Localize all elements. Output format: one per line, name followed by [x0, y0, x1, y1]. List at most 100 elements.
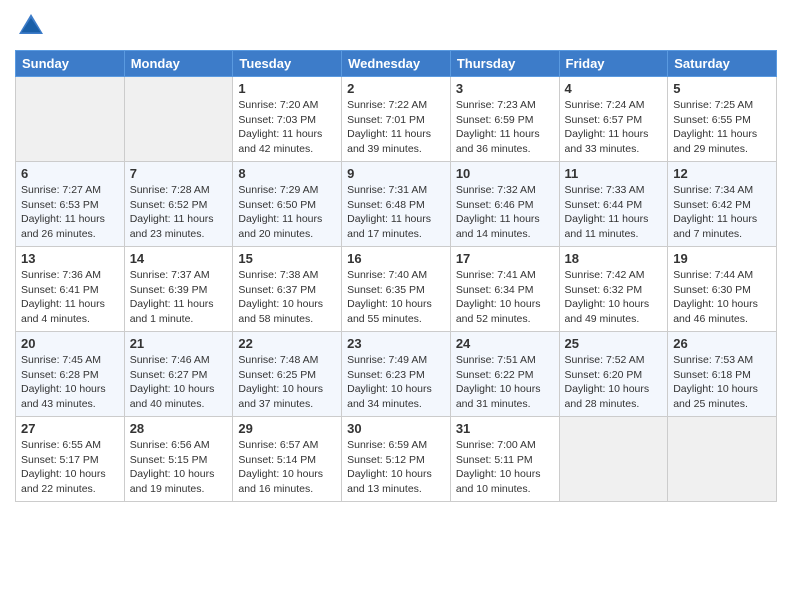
day-cell: 5Sunrise: 7:25 AMSunset: 6:55 PMDaylight… [668, 77, 777, 162]
day-number: 24 [456, 336, 554, 351]
day-cell: 4 Sunrise: 7:24 AMSunset: 6:57 PMDaylight… [559, 77, 668, 162]
day-number: 23 [347, 336, 445, 351]
day-info: Sunrise: 7:53 AMSunset: 6:18 PMDaylight:… [673, 353, 771, 412]
day-number: 4 [565, 81, 663, 96]
day-number: 15 [238, 251, 336, 266]
col-header-tuesday: Tuesday [233, 51, 342, 77]
day-cell [124, 77, 233, 162]
day-number: 18 [565, 251, 663, 266]
day-number: 26 [673, 336, 771, 351]
day-info: Sunrise: 7:27 AMSunset: 6:53 PMDaylight:… [21, 183, 119, 242]
day-cell: 23 Sunrise: 7:49 AMSunset: 6:23 PMDayligh… [342, 332, 451, 417]
day-number: 25 [565, 336, 663, 351]
day-info: Sunrise: 6:57 AMSunset: 5:14 PMDaylight:… [238, 438, 336, 497]
day-cell: 19 Sunrise: 7:44 AMSunset: 6:30 PMDayligh… [668, 247, 777, 332]
logo [15, 10, 51, 42]
day-number: 14 [130, 251, 228, 266]
day-number: 31 [456, 421, 554, 436]
day-info: Sunrise: 7:31 AMSunset: 6:48 PMDaylight:… [347, 183, 445, 242]
day-info: Sunrise: 7:20 AMSunset: 7:03 PMDaylight:… [238, 98, 336, 157]
day-cell: 20 Sunrise: 7:45 AMSunset: 6:28 PMDayligh… [16, 332, 125, 417]
day-cell: 31 Sunrise: 7:00 AMSunset: 5:11 PMDayligh… [450, 417, 559, 502]
day-cell: 16 Sunrise: 7:40 AMSunset: 6:35 PMDayligh… [342, 247, 451, 332]
day-info: Sunrise: 7:51 AMSunset: 6:22 PMDaylight:… [456, 353, 554, 412]
day-number: 21 [130, 336, 228, 351]
day-info: Sunrise: 6:59 AMSunset: 5:12 PMDaylight:… [347, 438, 445, 497]
day-cell: 18 Sunrise: 7:42 AMSunset: 6:32 PMDayligh… [559, 247, 668, 332]
day-info: Sunrise: 7:24 AMSunset: 6:57 PMDaylight:… [565, 98, 663, 157]
col-header-monday: Monday [124, 51, 233, 77]
day-info: Sunrise: 7:34 AMSunset: 6:42 PMDaylight:… [673, 183, 771, 242]
header-row: SundayMondayTuesdayWednesdayThursdayFrid… [16, 51, 777, 77]
day-cell: 17 Sunrise: 7:41 AMSunset: 6:34 PMDayligh… [450, 247, 559, 332]
day-info: Sunrise: 7:38 AMSunset: 6:37 PMDaylight:… [238, 268, 336, 327]
day-cell: 14 Sunrise: 7:37 AMSunset: 6:39 PMDayligh… [124, 247, 233, 332]
week-row-1: 1 Sunrise: 7:20 AMSunset: 7:03 PMDaylight… [16, 77, 777, 162]
day-cell [559, 417, 668, 502]
day-info: Sunrise: 7:32 AMSunset: 6:46 PMDaylight:… [456, 183, 554, 242]
day-number: 6 [21, 166, 119, 181]
day-info: Sunrise: 7:42 AMSunset: 6:32 PMDaylight:… [565, 268, 663, 327]
day-cell: 6 Sunrise: 7:27 AMSunset: 6:53 PMDaylight… [16, 162, 125, 247]
day-number: 30 [347, 421, 445, 436]
week-row-5: 27 Sunrise: 6:55 AMSunset: 5:17 PMDayligh… [16, 417, 777, 502]
day-number: 9 [347, 166, 445, 181]
day-cell: 22 Sunrise: 7:48 AMSunset: 6:25 PMDayligh… [233, 332, 342, 417]
page-header [15, 10, 777, 42]
day-info: Sunrise: 7:41 AMSunset: 6:34 PMDaylight:… [456, 268, 554, 327]
day-cell: 15 Sunrise: 7:38 AMSunset: 6:37 PMDayligh… [233, 247, 342, 332]
col-header-saturday: Saturday [668, 51, 777, 77]
day-info: Sunrise: 7:28 AMSunset: 6:52 PMDaylight:… [130, 183, 228, 242]
day-info: Sunrise: 7:37 AMSunset: 6:39 PMDaylight:… [130, 268, 228, 327]
col-header-friday: Friday [559, 51, 668, 77]
day-cell: 13 Sunrise: 7:36 AMSunset: 6:41 PMDayligh… [16, 247, 125, 332]
day-number: 17 [456, 251, 554, 266]
day-info: Sunrise: 7:48 AMSunset: 6:25 PMDaylight:… [238, 353, 336, 412]
day-info: Sunrise: 7:52 AMSunset: 6:20 PMDaylight:… [565, 353, 663, 412]
day-cell: 28 Sunrise: 6:56 AMSunset: 5:15 PMDayligh… [124, 417, 233, 502]
day-number: 19 [673, 251, 771, 266]
day-number: 7 [130, 166, 228, 181]
day-info: Sunrise: 7:00 AMSunset: 5:11 PMDaylight:… [456, 438, 554, 497]
calendar-table: SundayMondayTuesdayWednesdayThursdayFrid… [15, 50, 777, 502]
day-info: Sunrise: 7:33 AMSunset: 6:44 PMDaylight:… [565, 183, 663, 242]
week-row-3: 13 Sunrise: 7:36 AMSunset: 6:41 PMDayligh… [16, 247, 777, 332]
day-number: 3 [456, 81, 554, 96]
col-header-wednesday: Wednesday [342, 51, 451, 77]
day-cell: 3Sunrise: 7:23 AMSunset: 6:59 PMDaylight… [450, 77, 559, 162]
day-info: Sunrise: 7:40 AMSunset: 6:35 PMDaylight:… [347, 268, 445, 327]
day-number: 12 [673, 166, 771, 181]
day-cell: 27 Sunrise: 6:55 AMSunset: 5:17 PMDayligh… [16, 417, 125, 502]
day-info: Sunrise: 7:22 AMSunset: 7:01 PMDaylight:… [347, 98, 445, 157]
col-header-sunday: Sunday [16, 51, 125, 77]
day-info: Sunrise: 6:55 AMSunset: 5:17 PMDaylight:… [21, 438, 119, 497]
day-number: 29 [238, 421, 336, 436]
day-number: 1 [238, 81, 336, 96]
day-cell: 9 Sunrise: 7:31 AMSunset: 6:48 PMDaylight… [342, 162, 451, 247]
day-number: 16 [347, 251, 445, 266]
day-cell: 12 Sunrise: 7:34 AMSunset: 6:42 PMDayligh… [668, 162, 777, 247]
day-number: 22 [238, 336, 336, 351]
day-info: Sunrise: 7:45 AMSunset: 6:28 PMDaylight:… [21, 353, 119, 412]
day-cell: 2 Sunrise: 7:22 AMSunset: 7:01 PMDaylight… [342, 77, 451, 162]
day-cell: 25 Sunrise: 7:52 AMSunset: 6:20 PMDayligh… [559, 332, 668, 417]
day-number: 5 [673, 81, 771, 96]
day-info: Sunrise: 7:44 AMSunset: 6:30 PMDaylight:… [673, 268, 771, 327]
day-number: 27 [21, 421, 119, 436]
day-info: Sunrise: 7:36 AMSunset: 6:41 PMDaylight:… [21, 268, 119, 327]
day-number: 2 [347, 81, 445, 96]
day-cell [668, 417, 777, 502]
day-number: 20 [21, 336, 119, 351]
day-cell: 30 Sunrise: 6:59 AMSunset: 5:12 PMDayligh… [342, 417, 451, 502]
day-cell: 1 Sunrise: 7:20 AMSunset: 7:03 PMDaylight… [233, 77, 342, 162]
day-cell: 29 Sunrise: 6:57 AMSunset: 5:14 PMDayligh… [233, 417, 342, 502]
day-cell: 11Sunrise: 7:33 AMSunset: 6:44 PMDayligh… [559, 162, 668, 247]
day-info: Sunrise: 6:56 AMSunset: 5:15 PMDaylight:… [130, 438, 228, 497]
week-row-4: 20 Sunrise: 7:45 AMSunset: 6:28 PMDayligh… [16, 332, 777, 417]
day-number: 28 [130, 421, 228, 436]
day-info: Sunrise: 7:46 AMSunset: 6:27 PMDaylight:… [130, 353, 228, 412]
day-info: Sunrise: 7:49 AMSunset: 6:23 PMDaylight:… [347, 353, 445, 412]
day-info: Sunrise: 7:29 AMSunset: 6:50 PMDaylight:… [238, 183, 336, 242]
day-number: 13 [21, 251, 119, 266]
day-number: 10 [456, 166, 554, 181]
